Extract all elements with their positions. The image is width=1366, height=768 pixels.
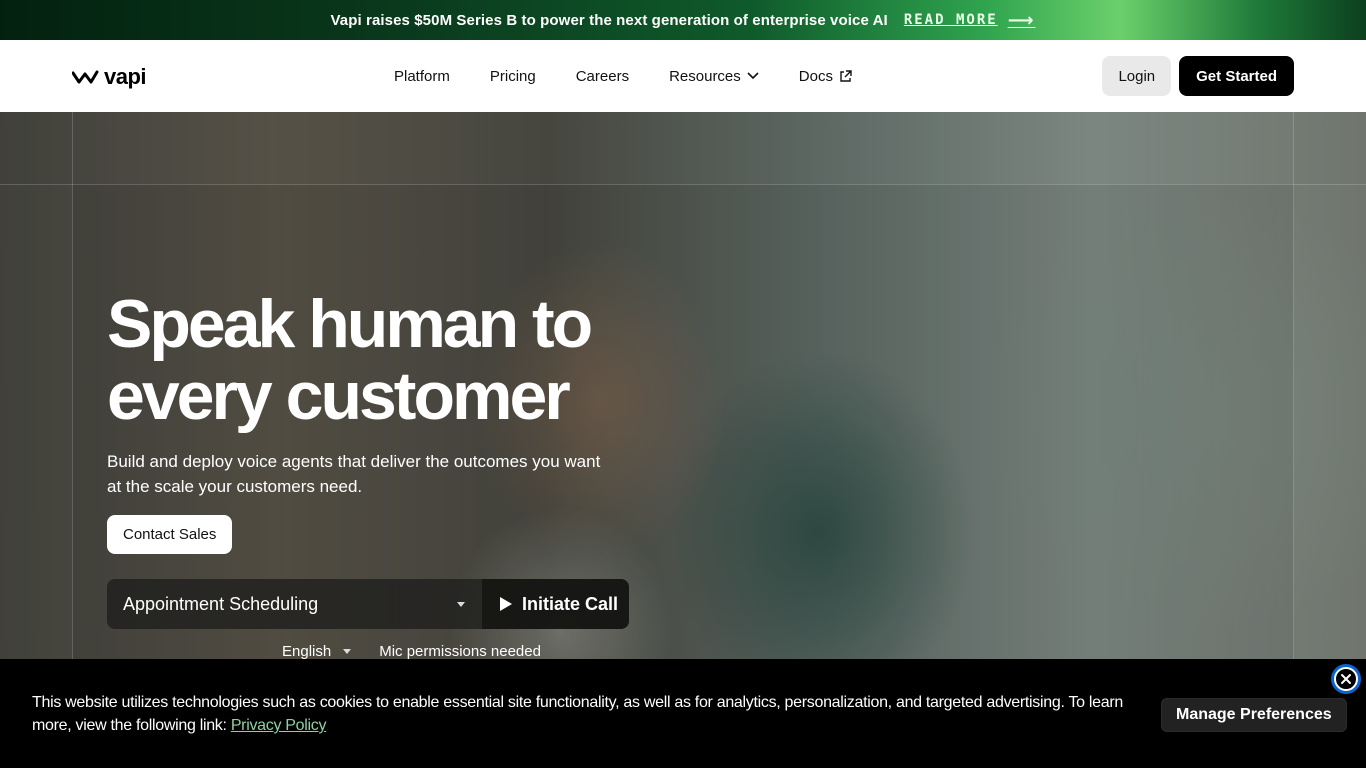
- call-options-row: English Mic permissions needed: [282, 643, 541, 660]
- nav-platform-label: Platform: [394, 67, 450, 85]
- nav-careers[interactable]: Careers: [576, 68, 629, 85]
- announcement-bar: Vapi raises $50M Series B to power the n…: [0, 0, 1366, 40]
- vapi-logo[interactable]: vapi: [72, 64, 147, 90]
- language-value: English: [282, 643, 332, 660]
- cookie-text: This website utilizes technologies such …: [32, 694, 1123, 734]
- initiate-call-button[interactable]: Initiate Call: [481, 579, 629, 629]
- hero-subheading: Build and deploy voice agents that deliv…: [107, 452, 601, 496]
- caret-down-icon: [343, 649, 352, 654]
- privacy-policy-link[interactable]: Privacy Policy: [231, 717, 327, 734]
- use-case-value: Appointment Scheduling: [123, 593, 319, 614]
- x-icon: [1341, 674, 1351, 684]
- nav-resources[interactable]: Resources: [669, 68, 759, 85]
- frame-line: [0, 184, 1366, 185]
- nav-platform[interactable]: Platform: [394, 68, 450, 85]
- manage-preferences-button[interactable]: Manage Preferences: [1161, 698, 1347, 732]
- login-button[interactable]: Login: [1102, 56, 1172, 96]
- top-nav: vapi Platform Pricing Careers Resources …: [0, 40, 1366, 112]
- contact-sales-button[interactable]: Contact Sales: [107, 515, 233, 554]
- nav-actions: Login Get Started: [1102, 56, 1294, 96]
- close-icon: [1334, 667, 1358, 691]
- read-more-label: READ MORE: [903, 12, 998, 28]
- initiate-call-label: Initiate Call: [522, 593, 619, 614]
- read-more-link[interactable]: READ MORE ⟶: [904, 10, 1036, 31]
- close-cookie-button[interactable]: [1331, 664, 1361, 694]
- logo-text: vapi: [104, 64, 147, 89]
- cookie-message: This website utilizes technologies such …: [32, 691, 1132, 737]
- use-case-select[interactable]: Appointment Scheduling: [107, 579, 481, 629]
- mic-status: Mic permissions needed: [379, 643, 541, 660]
- chevron-down-icon: [747, 72, 759, 80]
- headline-line-1: Speak human to: [107, 286, 593, 362]
- nav-links: Platform Pricing Careers Resources Docs: [394, 40, 892, 112]
- call-widget: Appointment Scheduling Initiate Call: [107, 579, 629, 629]
- language-select[interactable]: English: [282, 643, 352, 660]
- external-link-icon: [840, 69, 852, 82]
- nav-pricing-label: Pricing: [489, 67, 536, 85]
- headline-line-2: every customer: [107, 358, 571, 434]
- hero-headline: Speak human to every customer: [107, 288, 727, 432]
- play-icon: [500, 597, 512, 611]
- arrow-right-icon: ⟶: [1007, 9, 1036, 31]
- vapi-wave-icon: [72, 70, 99, 84]
- announcement-text: Vapi raises $50M Series B to power the n…: [330, 11, 888, 29]
- get-started-button[interactable]: Get Started: [1179, 56, 1294, 96]
- nav-docs[interactable]: Docs: [799, 68, 852, 85]
- nav-careers-label: Careers: [575, 67, 630, 85]
- caret-down-icon: [457, 601, 465, 607]
- nav-pricing[interactable]: Pricing: [490, 68, 536, 85]
- nav-docs-label: Docs: [798, 67, 833, 85]
- cookie-banner: This website utilizes technologies such …: [0, 659, 1366, 768]
- nav-resources-label: Resources: [669, 67, 741, 85]
